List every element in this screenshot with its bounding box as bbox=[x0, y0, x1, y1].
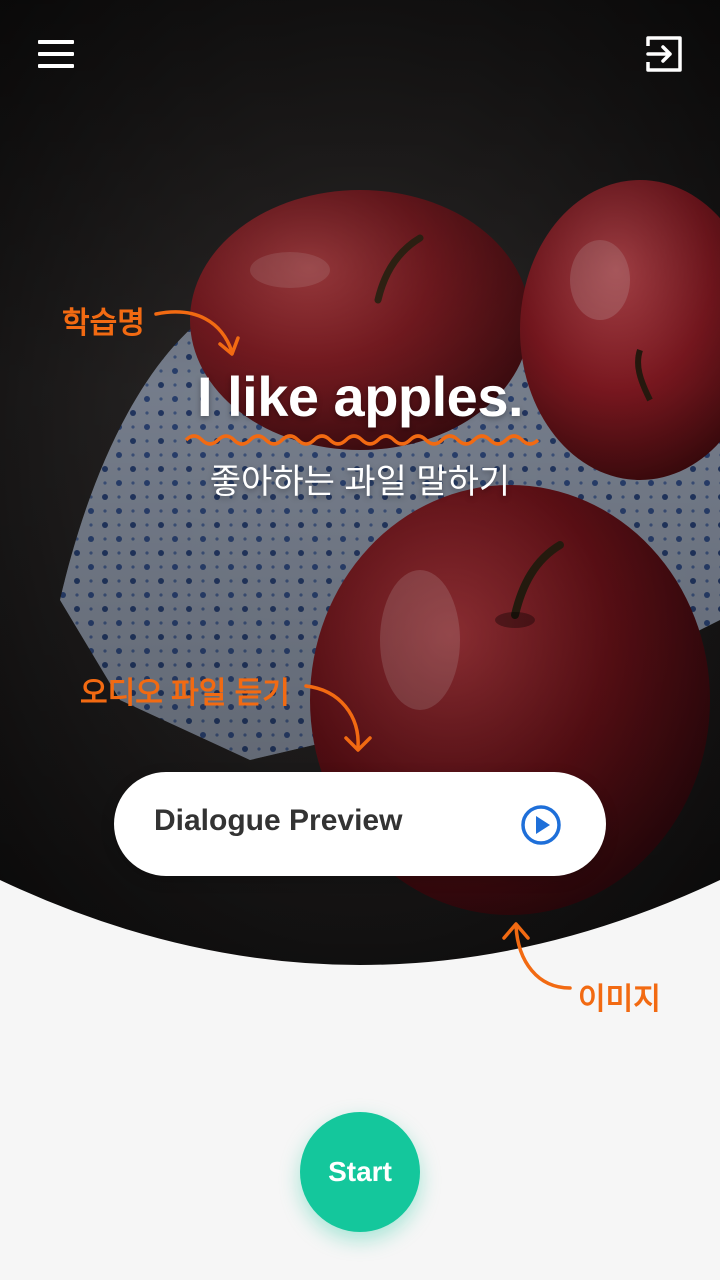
menu-button[interactable] bbox=[38, 38, 74, 70]
dialogue-preview-button[interactable]: Dialogue Preview bbox=[114, 772, 606, 876]
lesson-subtitle: 좋아하는 과일 말하기 bbox=[209, 463, 511, 501]
exit-icon bbox=[646, 36, 682, 72]
title-wavy-underline bbox=[184, 434, 540, 446]
play-circle-icon bbox=[521, 805, 561, 845]
image-annotation: 이미지 bbox=[578, 983, 661, 1016]
hamburger-menu-icon bbox=[38, 40, 74, 44]
title-annotation: 학습명 bbox=[62, 307, 145, 340]
lesson-intro-screen: I like apples. 좋아하는 과일 말하기 학습명 오디오 파일 듣기… bbox=[0, 0, 720, 1280]
start-button[interactable]: Start bbox=[300, 1112, 420, 1232]
hamburger-menu-line bbox=[38, 52, 74, 56]
dialogue-preview-label: Dialogue Preview bbox=[154, 804, 403, 837]
audio-annotation: 오디오 파일 듣기 bbox=[80, 677, 290, 710]
hamburger-menu-line bbox=[38, 64, 74, 68]
exit-button[interactable] bbox=[644, 34, 684, 74]
lesson-title: I like apples. bbox=[196, 365, 524, 428]
